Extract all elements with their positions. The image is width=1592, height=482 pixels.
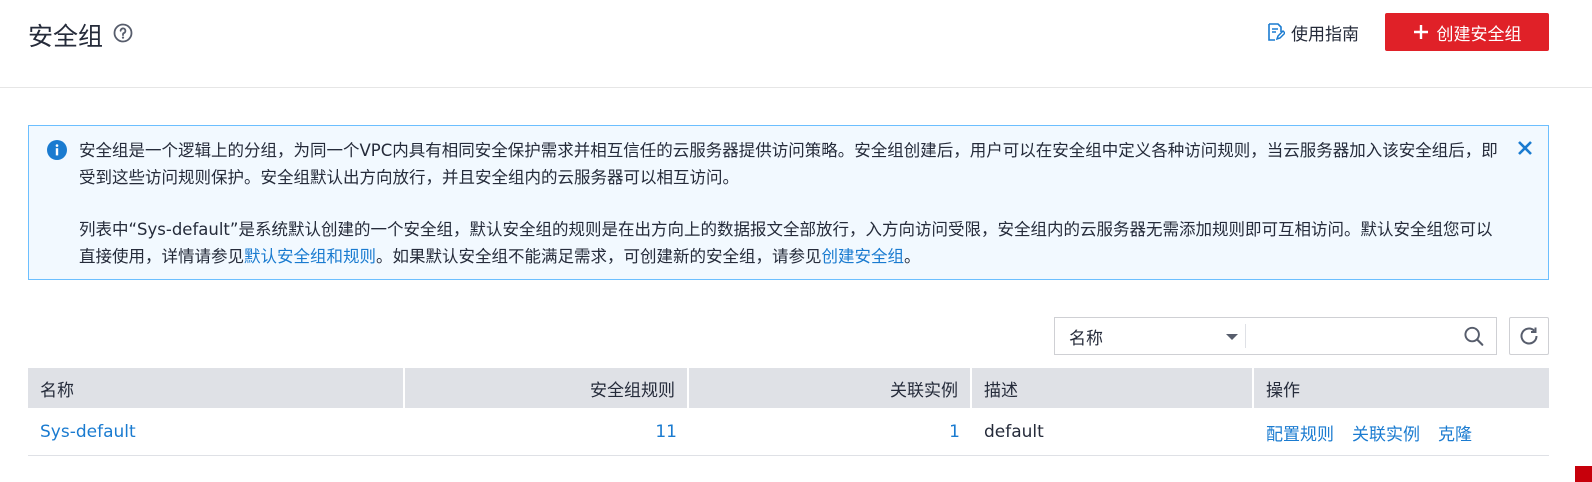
create-button-label: 创建安全组 [1436, 24, 1522, 45]
user-guide-link[interactable]: 使用指南 [1265, 20, 1359, 45]
create-security-group-button[interactable]: 创建安全组 [1385, 13, 1549, 51]
column-header-rules: 安全组规则 [405, 368, 689, 408]
search-icon[interactable] [1463, 325, 1484, 347]
column-header-name: 名称 [28, 368, 405, 408]
refresh-button[interactable] [1509, 317, 1549, 355]
table-row: Sys-default 11 1 default 配置规则 关联实例 克隆 [28, 408, 1549, 456]
alert-paragraph-2: 列表中“Sys-default”是系统默认创建的一个安全组，默认安全组的规则是在… [79, 216, 1499, 270]
question-circle-icon[interactable] [113, 23, 133, 43]
clone-link[interactable]: 克隆 [1438, 420, 1472, 445]
column-header-instances: 关联实例 [689, 368, 972, 408]
close-icon[interactable] [1517, 140, 1533, 156]
row-actions: 配置规则 关联实例 克隆 [1266, 420, 1472, 445]
table-header: 名称 安全组规则 关联实例 描述 操作 [28, 368, 1549, 408]
page-header: 安全组 使用指南 创建安全组 [0, 0, 1592, 88]
security-group-name-link[interactable]: Sys-default [40, 422, 136, 442]
info-circle-icon [47, 140, 67, 160]
document-edit-icon [1268, 23, 1285, 41]
alert-paragraph-1: 安全组是一个逻辑上的分组，为同一个VPC内具有相同安全保护需求并相互信任的云服务… [79, 141, 1498, 187]
info-alert: 安全组是一个逻辑上的分组，为同一个VPC内具有相同安全保护需求并相互信任的云服务… [28, 125, 1549, 280]
plus-icon [1413, 25, 1428, 39]
user-guide-label: 使用指南 [1291, 24, 1359, 45]
refresh-icon [1520, 327, 1538, 345]
search-input[interactable] [1245, 318, 1463, 354]
search-filter: 名称 [1054, 317, 1497, 355]
security-group-table: 名称 安全组规则 关联实例 描述 操作 Sys-default 11 1 def… [28, 368, 1549, 456]
caret-down-icon [1226, 334, 1238, 340]
description-cell: default [984, 422, 1044, 442]
column-header-actions: 操作 [1266, 380, 1300, 401]
rules-count-link[interactable]: 11 [655, 422, 677, 442]
filter-field-value: 名称 [1069, 328, 1103, 349]
configure-rules-link[interactable]: 配置规则 [1266, 420, 1334, 445]
create-security-group-link[interactable]: 创建安全组 [822, 247, 905, 266]
alert-text: 。 [904, 247, 921, 266]
associate-instances-link[interactable]: 关联实例 [1352, 420, 1420, 445]
filter-field-select[interactable]: 名称 [1055, 318, 1245, 354]
page-title: 安全组 [28, 22, 104, 51]
default-rules-link[interactable]: 默认安全组和规则 [244, 247, 376, 266]
floating-widget-edge[interactable] [1575, 466, 1592, 482]
column-header-description: 描述 [972, 368, 1254, 408]
alert-text: 。如果默认安全组不能满足需求，可创建新的安全组，请参见 [376, 247, 822, 266]
instances-count-link[interactable]: 1 [949, 422, 960, 442]
